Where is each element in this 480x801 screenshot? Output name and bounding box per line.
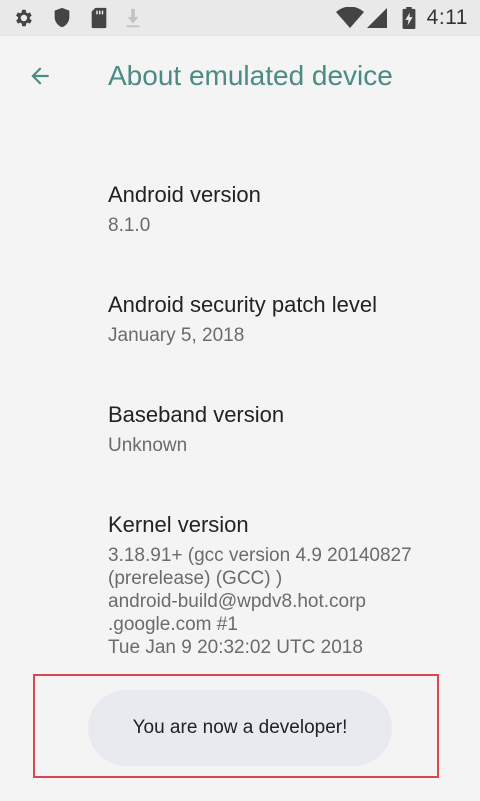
item-summary: 8.1.0 [108, 215, 151, 236]
item-title: Android version [108, 182, 261, 207]
gear-icon [12, 7, 34, 34]
item-summary: Unknown [108, 435, 188, 456]
download-icon [124, 7, 142, 34]
android-version-item[interactable]: Android version 8.1.0 [108, 180, 468, 237]
sd-card-icon [90, 7, 108, 34]
item-title: Android security patch level [108, 292, 378, 317]
arrow-left-icon [27, 63, 53, 94]
battery-icon [402, 7, 416, 34]
item-title: Baseband version [108, 402, 285, 427]
page-title: About emulated device [108, 60, 393, 91]
signal-icon [366, 7, 388, 34]
security-patch-item[interactable]: Android security patch level January 5, … [108, 290, 468, 347]
kernel-version-item[interactable]: Kernel version 3.18.91+ (gcc version 4.9… [108, 510, 468, 659]
status-bar: 4:11 [0, 0, 480, 36]
item-summary: January 5, 2018 [108, 325, 245, 346]
toast: You are now a developer! [88, 690, 392, 766]
wifi-icon [336, 6, 364, 34]
toast-message: You are now a developer! [132, 717, 348, 738]
kernel-line: 3.18.91+ (gcc version 4.9 20140827 [108, 545, 412, 566]
item-title: Kernel version [108, 512, 249, 537]
kernel-line: Tue Jan 9 20:32:02 UTC 2018 [108, 637, 363, 658]
baseband-version-item[interactable]: Baseband version Unknown [108, 400, 468, 457]
kernel-line: (prerelease) (GCC) ) [108, 568, 283, 589]
back-button[interactable] [14, 52, 66, 104]
kernel-line: .google.com #1 [108, 614, 238, 635]
shield-icon [52, 7, 72, 34]
kernel-line: android-build@wpdv8.hot.corp [108, 591, 366, 612]
clock: 4:11 [426, 6, 468, 29]
toolbar: About emulated device [0, 36, 480, 120]
